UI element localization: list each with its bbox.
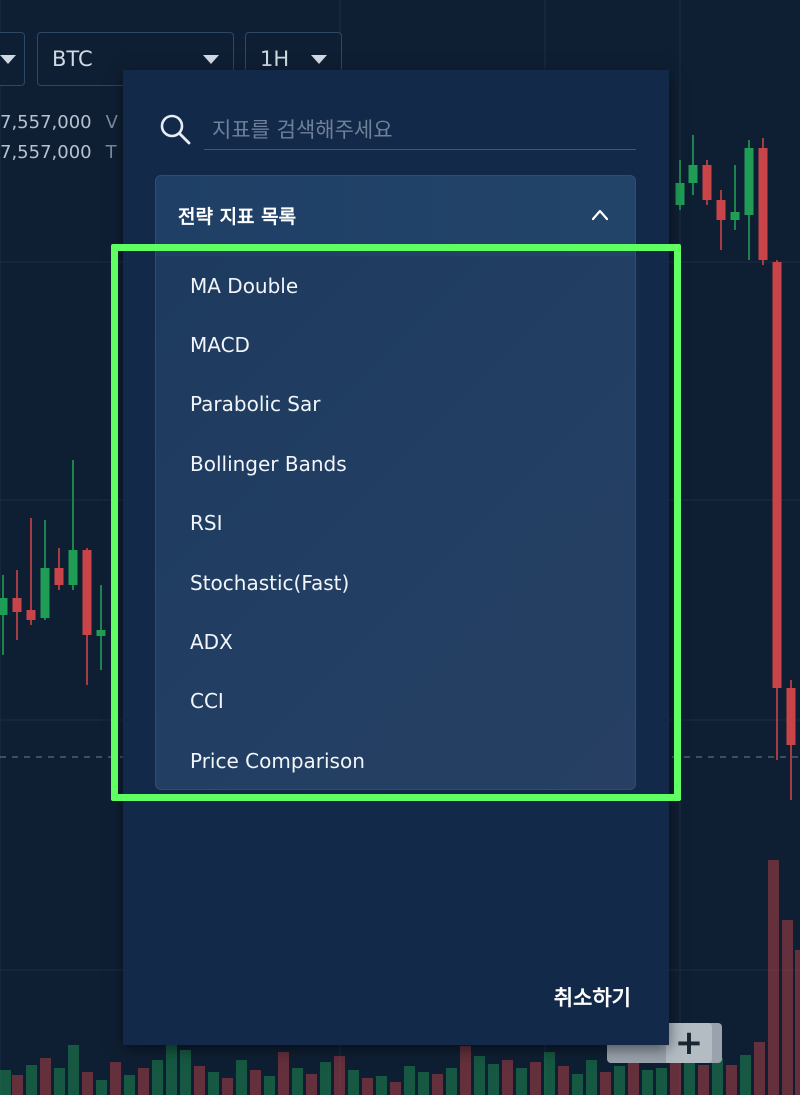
volume-bar bbox=[376, 1076, 387, 1095]
volume-bar bbox=[278, 1052, 289, 1095]
volume-bar bbox=[320, 1062, 331, 1095]
candle-body bbox=[54, 568, 64, 585]
volume-bar bbox=[768, 860, 779, 1095]
volume-bar bbox=[544, 1052, 555, 1095]
volume-bar bbox=[82, 1072, 93, 1095]
volume-bar bbox=[460, 1046, 471, 1095]
volume-bar bbox=[0, 1070, 11, 1095]
volume-bar bbox=[334, 1056, 345, 1095]
volume-bar bbox=[740, 1055, 751, 1095]
price-value: 7,557,000 bbox=[0, 142, 92, 163]
volume-bar bbox=[726, 1065, 737, 1095]
volume-bar bbox=[586, 1060, 597, 1095]
volume-bar bbox=[474, 1056, 485, 1095]
volume-bar bbox=[446, 1068, 457, 1095]
volume-bar bbox=[348, 1070, 359, 1095]
volume-bar bbox=[236, 1060, 247, 1095]
indicator-search bbox=[158, 110, 636, 152]
volume-bar bbox=[264, 1076, 275, 1095]
exchange-select[interactable] bbox=[0, 32, 25, 86]
volume-bar bbox=[362, 1078, 373, 1095]
candle-body bbox=[96, 630, 106, 636]
candle-body bbox=[40, 568, 50, 618]
chevron-down-icon bbox=[311, 55, 327, 64]
candle-body bbox=[786, 688, 796, 745]
volume-bar bbox=[68, 1045, 79, 1095]
candle-body bbox=[716, 200, 726, 220]
volume-bar bbox=[222, 1078, 233, 1095]
chevron-down-icon bbox=[203, 55, 219, 64]
candle-body bbox=[744, 148, 754, 215]
volume-bar bbox=[600, 1072, 611, 1095]
volume-bar bbox=[138, 1068, 149, 1095]
price-suffix: V bbox=[105, 112, 118, 133]
price-value: 7,557,000 bbox=[0, 112, 92, 133]
price-info-row: 7,557,000 V bbox=[0, 112, 118, 133]
volume-bar bbox=[292, 1068, 303, 1095]
volume-bar bbox=[782, 920, 793, 1095]
volume-bar bbox=[670, 1060, 681, 1095]
volume-bar bbox=[432, 1074, 443, 1095]
volume-bar bbox=[166, 1042, 177, 1095]
cancel-button[interactable]: 취소하기 bbox=[554, 982, 631, 1012]
volume-bar bbox=[180, 1050, 191, 1095]
volume-bar bbox=[26, 1065, 37, 1095]
volume-bar bbox=[208, 1072, 219, 1095]
candle-body bbox=[730, 212, 740, 220]
volume-bar bbox=[530, 1062, 541, 1095]
candle-body bbox=[702, 165, 712, 200]
price-info-row: 7,557,000 T bbox=[0, 142, 117, 163]
volume-bar bbox=[194, 1066, 205, 1095]
volume-bar bbox=[488, 1064, 499, 1095]
chevron-down-icon bbox=[0, 55, 16, 64]
candle-body bbox=[758, 148, 768, 260]
volume-bar bbox=[684, 1062, 695, 1095]
volume-bar bbox=[558, 1066, 569, 1095]
volume-bar bbox=[642, 1070, 653, 1095]
volume-bar bbox=[54, 1068, 65, 1095]
volume-bar bbox=[754, 1042, 765, 1095]
search-input[interactable] bbox=[204, 110, 636, 150]
market-select-label: BTC bbox=[52, 47, 93, 71]
volume-bar bbox=[152, 1060, 163, 1095]
volume-bar bbox=[404, 1066, 415, 1095]
volume-bar bbox=[698, 1065, 709, 1095]
candle-body bbox=[68, 550, 78, 585]
candle-body bbox=[675, 183, 685, 205]
interval-select-label: 1H bbox=[260, 47, 290, 71]
volume-bar bbox=[124, 1075, 135, 1095]
volume-bar bbox=[250, 1070, 261, 1095]
volume-bar bbox=[795, 950, 800, 1095]
volume-bar bbox=[110, 1062, 121, 1095]
volume-bar bbox=[712, 1058, 723, 1095]
volume-bar bbox=[614, 1066, 625, 1095]
price-suffix: T bbox=[105, 142, 117, 163]
candle-body bbox=[688, 165, 698, 183]
volume-bar bbox=[306, 1074, 317, 1095]
volume-bar bbox=[656, 1068, 667, 1095]
candle-body bbox=[772, 262, 782, 688]
candle-body bbox=[0, 598, 8, 615]
highlight-box bbox=[111, 244, 681, 801]
chevron-up-icon[interactable] bbox=[591, 208, 609, 222]
search-icon bbox=[160, 114, 191, 145]
volume-bar bbox=[628, 1062, 639, 1095]
volume-bar bbox=[390, 1082, 401, 1095]
candle-body bbox=[26, 610, 36, 620]
volume-bar bbox=[12, 1075, 23, 1095]
volume-bar bbox=[96, 1080, 107, 1095]
volume-bar bbox=[516, 1068, 527, 1095]
candle-body bbox=[12, 598, 22, 612]
volume-bar bbox=[502, 1060, 513, 1095]
volume-bar bbox=[572, 1074, 583, 1095]
plus-icon: + bbox=[666, 1023, 712, 1063]
list-title: 전략 지표 목록 bbox=[178, 206, 297, 228]
candle-body bbox=[82, 550, 92, 635]
volume-bar bbox=[40, 1058, 51, 1095]
volume-bar bbox=[418, 1072, 429, 1095]
